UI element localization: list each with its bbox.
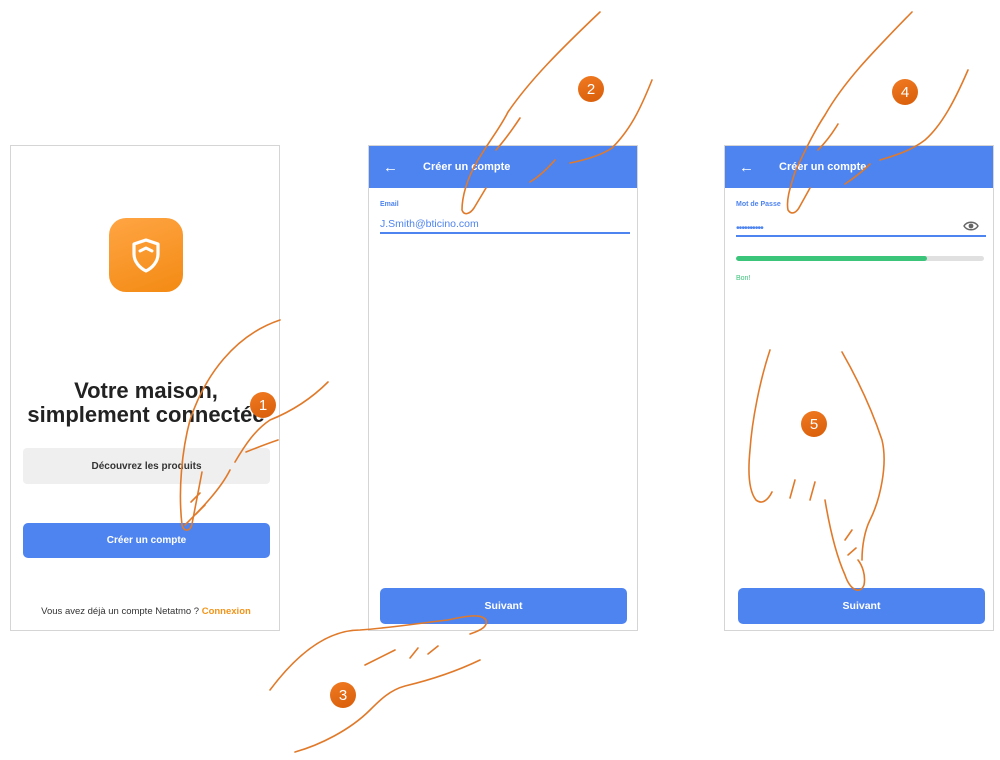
step-number: 5 [809,415,819,433]
step-badge-1: 1 [250,392,276,418]
create-account-label: Créer un compte [106,535,187,546]
step-badge-5: 5 [801,411,827,437]
password-strength-text: Bon! [736,275,751,282]
step-badge-2: 2 [578,76,604,102]
hand-icon-3 [269,615,488,753]
create-account-button[interactable]: Créer un compte [23,523,270,558]
next-button[interactable]: Suivant [380,588,627,624]
headline-line-2: simplement connectée [27,402,265,427]
step-number: 1 [258,396,268,414]
next-button[interactable]: Suivant [738,588,985,624]
login-prompt: Vous avez déjà un compte Netatmo ? Conne… [11,606,279,617]
next-label: Suivant [484,600,523,612]
next-label: Suivant [842,600,881,612]
page-title: Créer un compte [423,161,511,173]
password-screen: ← Créer un compte Mot de Passe •••••••••… [724,145,994,631]
discover-products-button[interactable]: Découvrez les produits [23,448,270,484]
app-logo [109,218,183,292]
app-bar: ← Créer un compte [369,146,637,188]
password-strength-fill [736,256,927,261]
email-screen: ← Créer un compte Email J.Smith@bticino.… [368,145,638,631]
step-number: 4 [900,83,910,101]
eye-icon[interactable] [963,219,979,237]
step-badge-3: 3 [330,682,356,708]
headline-line-1: Votre maison, [74,378,218,403]
app-bar: ← Créer un compte [725,146,993,188]
discover-products-label: Découvrez les produits [91,460,202,472]
welcome-headline: Votre maison, simplement connectée [11,378,279,427]
step-number: 2 [586,80,596,98]
password-strength-bar [736,256,984,261]
email-field[interactable]: J.Smith@bticino.com [380,218,479,230]
step-badge-4: 4 [892,79,918,105]
password-label: Mot de Passe [736,201,781,208]
email-label: Email [380,201,399,208]
login-prompt-text: Vous avez déjà un compte Netatmo ? [41,606,200,617]
page-title: Créer un compte [779,161,867,173]
email-underline [380,232,630,234]
login-link[interactable]: Connexion [202,606,251,617]
step-number: 3 [338,686,348,704]
shield-icon [132,238,160,273]
back-arrow-icon[interactable]: ← [369,159,413,176]
welcome-screen: Votre maison, simplement connectée Décou… [10,145,280,631]
back-arrow-icon[interactable]: ← [725,159,769,176]
password-underline [736,235,986,237]
password-field[interactable]: •••••••••• [736,222,764,234]
